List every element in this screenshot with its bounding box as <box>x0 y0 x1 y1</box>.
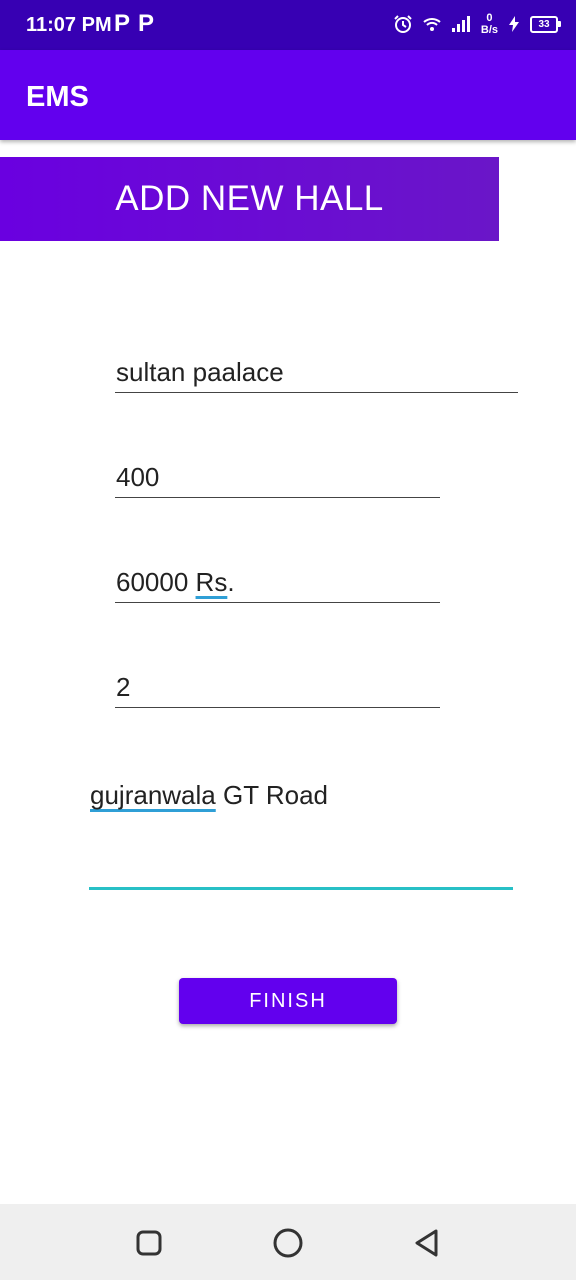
status-time: 11:07 PM <box>26 14 112 36</box>
alarm-icon <box>394 15 412 33</box>
address-rest: GT Road <box>215 780 328 810</box>
page-title: ADD NEW HALL <box>0 157 499 241</box>
status-icons: 0 B/s 33 <box>393 12 561 36</box>
signal-icon <box>451 16 470 32</box>
battery-icon: 33 <box>530 15 561 33</box>
back-icon[interactable] <box>410 1226 444 1260</box>
parking-notification-icon: P <box>114 10 131 37</box>
address-input[interactable]: gujranwala GT Road <box>89 780 513 890</box>
price-suffix: . <box>227 566 235 597</box>
wifi-icon <box>423 18 441 31</box>
app-title: EMS <box>26 81 89 113</box>
app-bar: EMS <box>0 50 576 140</box>
hall-name-value: sultan paalace <box>116 356 284 387</box>
capacity-value: 400 <box>116 461 160 492</box>
recent-apps-icon[interactable] <box>132 1226 166 1260</box>
hall-name-input[interactable]: sultan paalace <box>115 352 518 393</box>
parking-notification-icon: P <box>138 10 155 37</box>
halls-count-input[interactable]: 2 <box>115 667 440 708</box>
price-unit: Rs <box>195 566 228 597</box>
price-input[interactable]: 60000 Rs . <box>115 562 440 603</box>
finish-button[interactable]: FINISH <box>179 978 397 1024</box>
address-city: gujranwala <box>90 780 216 810</box>
capacity-input[interactable]: 400 <box>115 457 440 498</box>
status-bar: 11:07 PM P P 0 B/s 33 <box>0 0 576 50</box>
network-speed-value: 0 <box>486 12 493 24</box>
network-speed-unit: B/s <box>480 24 498 36</box>
charging-icon <box>509 16 519 32</box>
price-number: 60000 <box>116 566 189 597</box>
network-speed: 0 B/s <box>481 12 498 36</box>
halls-count-value: 2 <box>116 671 131 702</box>
navigation-bar <box>0 1204 576 1280</box>
home-icon[interactable] <box>271 1226 305 1260</box>
